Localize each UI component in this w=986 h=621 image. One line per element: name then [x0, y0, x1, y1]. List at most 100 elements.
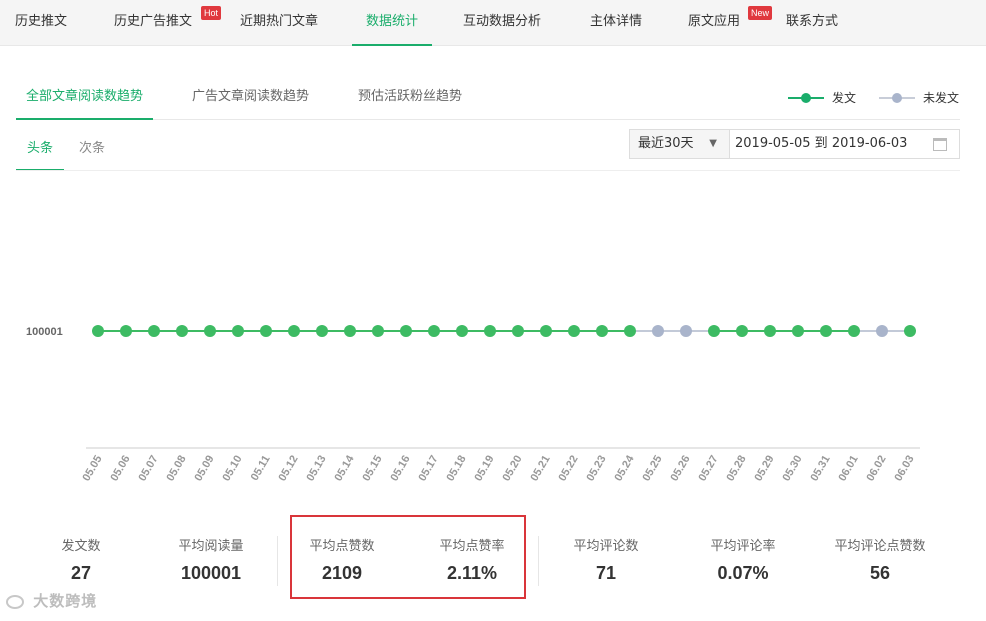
x-tick-label: 05.27: [696, 454, 720, 484]
x-tick-label: 05.22: [556, 454, 580, 484]
x-tick-label: 05.07: [136, 454, 160, 484]
stat-value: 0.07%: [717, 563, 769, 583]
x-tick-label: 05.29: [752, 454, 776, 484]
x-tick-label: 05.10: [220, 454, 244, 484]
y-tick-label: 100001: [26, 326, 63, 338]
data-point: [736, 325, 748, 337]
date-range-input[interactable]: 2019-05-05 到 2019-06-03: [729, 129, 960, 159]
legend-published[interactable]: 发文: [788, 89, 868, 107]
legend-label: 发文: [832, 91, 857, 105]
data-point: [120, 325, 132, 337]
data-point: [428, 325, 440, 337]
stat-avg-comments: 平均评论数 71: [546, 538, 666, 584]
tab-contact[interactable]: 联系方式: [786, 0, 838, 46]
stat-avg-comment-rate: 平均评论率 0.07%: [683, 538, 803, 584]
data-point: [232, 325, 244, 337]
range-preset-select[interactable]: 最近30天 ▼: [629, 129, 729, 159]
data-point: [820, 325, 832, 337]
data-point: [708, 325, 720, 337]
stat-label: 平均评论率: [710, 539, 776, 554]
subtab-all-articles[interactable]: 全部文章阅读数趋势: [16, 80, 154, 120]
data-point: [680, 325, 692, 337]
x-tick-label: 05.25: [640, 454, 664, 484]
data-point: [316, 325, 328, 337]
data-point: [568, 325, 580, 337]
tab-interaction-analysis[interactable]: 互动数据分析: [463, 0, 541, 46]
tab-history-posts[interactable]: 历史推文: [15, 0, 67, 46]
legend-dot-unpublished: [892, 93, 902, 103]
range-preset-value: 最近30天: [638, 136, 694, 151]
subtab-active-fans[interactable]: 预估活跃粉丝趋势: [358, 80, 462, 120]
tab-recent-hot-articles[interactable]: 近期热门文章: [240, 0, 318, 46]
x-tick-label: 05.15: [360, 454, 384, 484]
x-tick-label: 06.03: [892, 454, 916, 484]
stat-label: 平均评论数: [573, 539, 639, 554]
x-tick-label: 05.26: [668, 454, 692, 484]
data-point: [344, 325, 356, 337]
legend-dot-published: [801, 93, 811, 103]
x-tick-label: 05.18: [444, 454, 468, 484]
x-tick-label: 05.31: [808, 454, 832, 484]
x-tick-label: 06.02: [864, 454, 888, 484]
stat-divider: [277, 536, 278, 586]
x-tick-label: 05.19: [472, 454, 496, 484]
tab-data-statistics[interactable]: 数据统计: [351, 0, 433, 46]
highlight-box: [290, 515, 526, 599]
trend-chart: 10000105.05 05.06 05.07 05.08 05.09 05.10 05.1…: [26, 325, 920, 484]
x-tick-label: 05.05: [80, 454, 104, 484]
x-tick-label: 05.28: [724, 454, 748, 484]
data-point: [260, 325, 272, 337]
watermark-text: 大数跨境: [33, 592, 98, 610]
x-tick-label: 05.20: [500, 454, 524, 484]
x-tick-label: 05.11: [249, 454, 273, 483]
legend-unpublished[interactable]: 未发文: [879, 89, 964, 107]
data-point: [540, 325, 552, 337]
stat-divider: [538, 536, 539, 586]
data-point: [204, 325, 216, 337]
caret-down-icon: ▼: [709, 138, 717, 149]
data-point: [596, 325, 608, 337]
top-navigation: 历史推文 历史广告推文 Hot 近期热门文章 数据统计 互动数据分析 主体详情 …: [0, 0, 986, 46]
x-tick-label: 05.06: [108, 454, 132, 484]
watermark-logo-icon: [6, 594, 24, 609]
x-tick-label: 05.16: [388, 454, 412, 484]
tab-source-apps[interactable]: 原文应用: [688, 0, 740, 46]
data-point: [400, 325, 412, 337]
data-point: [288, 325, 300, 337]
data-point: [848, 325, 860, 337]
stat-value: 56: [869, 563, 891, 583]
data-point: [652, 325, 664, 337]
stat-avg-comment-likes: 平均评论点赞数 56: [820, 538, 940, 584]
stat-label: 平均阅读量: [178, 539, 244, 554]
x-tick-label: 05.23: [584, 454, 608, 484]
x-tick-label: 05.12: [276, 454, 300, 484]
stat-value: 71: [595, 563, 617, 583]
x-tick-label: 06.01: [836, 454, 860, 484]
subtab-ad-articles[interactable]: 广告文章阅读数趋势: [192, 80, 309, 120]
watermark: 大数跨境: [6, 590, 97, 614]
hot-badge: Hot: [201, 6, 222, 20]
stat-label: 平均评论点赞数: [834, 539, 926, 554]
data-point: [904, 325, 916, 337]
new-badge: New: [748, 6, 773, 20]
tab-entity-details[interactable]: 主体详情: [590, 0, 642, 46]
data-point: [92, 325, 104, 337]
stat-post-count: 发文数 27: [21, 538, 141, 584]
x-tick-label: 05.13: [304, 454, 328, 484]
data-point: [764, 325, 776, 337]
calendar-icon: [933, 138, 947, 151]
tab-headline[interactable]: 头条: [16, 131, 64, 171]
tab-secondary[interactable]: 次条: [79, 131, 105, 171]
data-point: [372, 325, 384, 337]
data-point: [876, 325, 888, 337]
x-tick-label: 05.14: [332, 453, 357, 484]
tab-history-ad-posts[interactable]: 历史广告推文: [114, 0, 192, 46]
divider: [16, 170, 960, 171]
x-tick-label: 05.21: [528, 454, 552, 484]
data-point: [456, 325, 468, 337]
x-tick-label: 05.09: [192, 454, 216, 484]
date-range-value: 2019-05-05 到 2019-06-03: [735, 136, 908, 151]
data-point: [512, 325, 524, 337]
x-tick-label: 05.17: [416, 454, 440, 484]
data-point: [148, 325, 160, 337]
